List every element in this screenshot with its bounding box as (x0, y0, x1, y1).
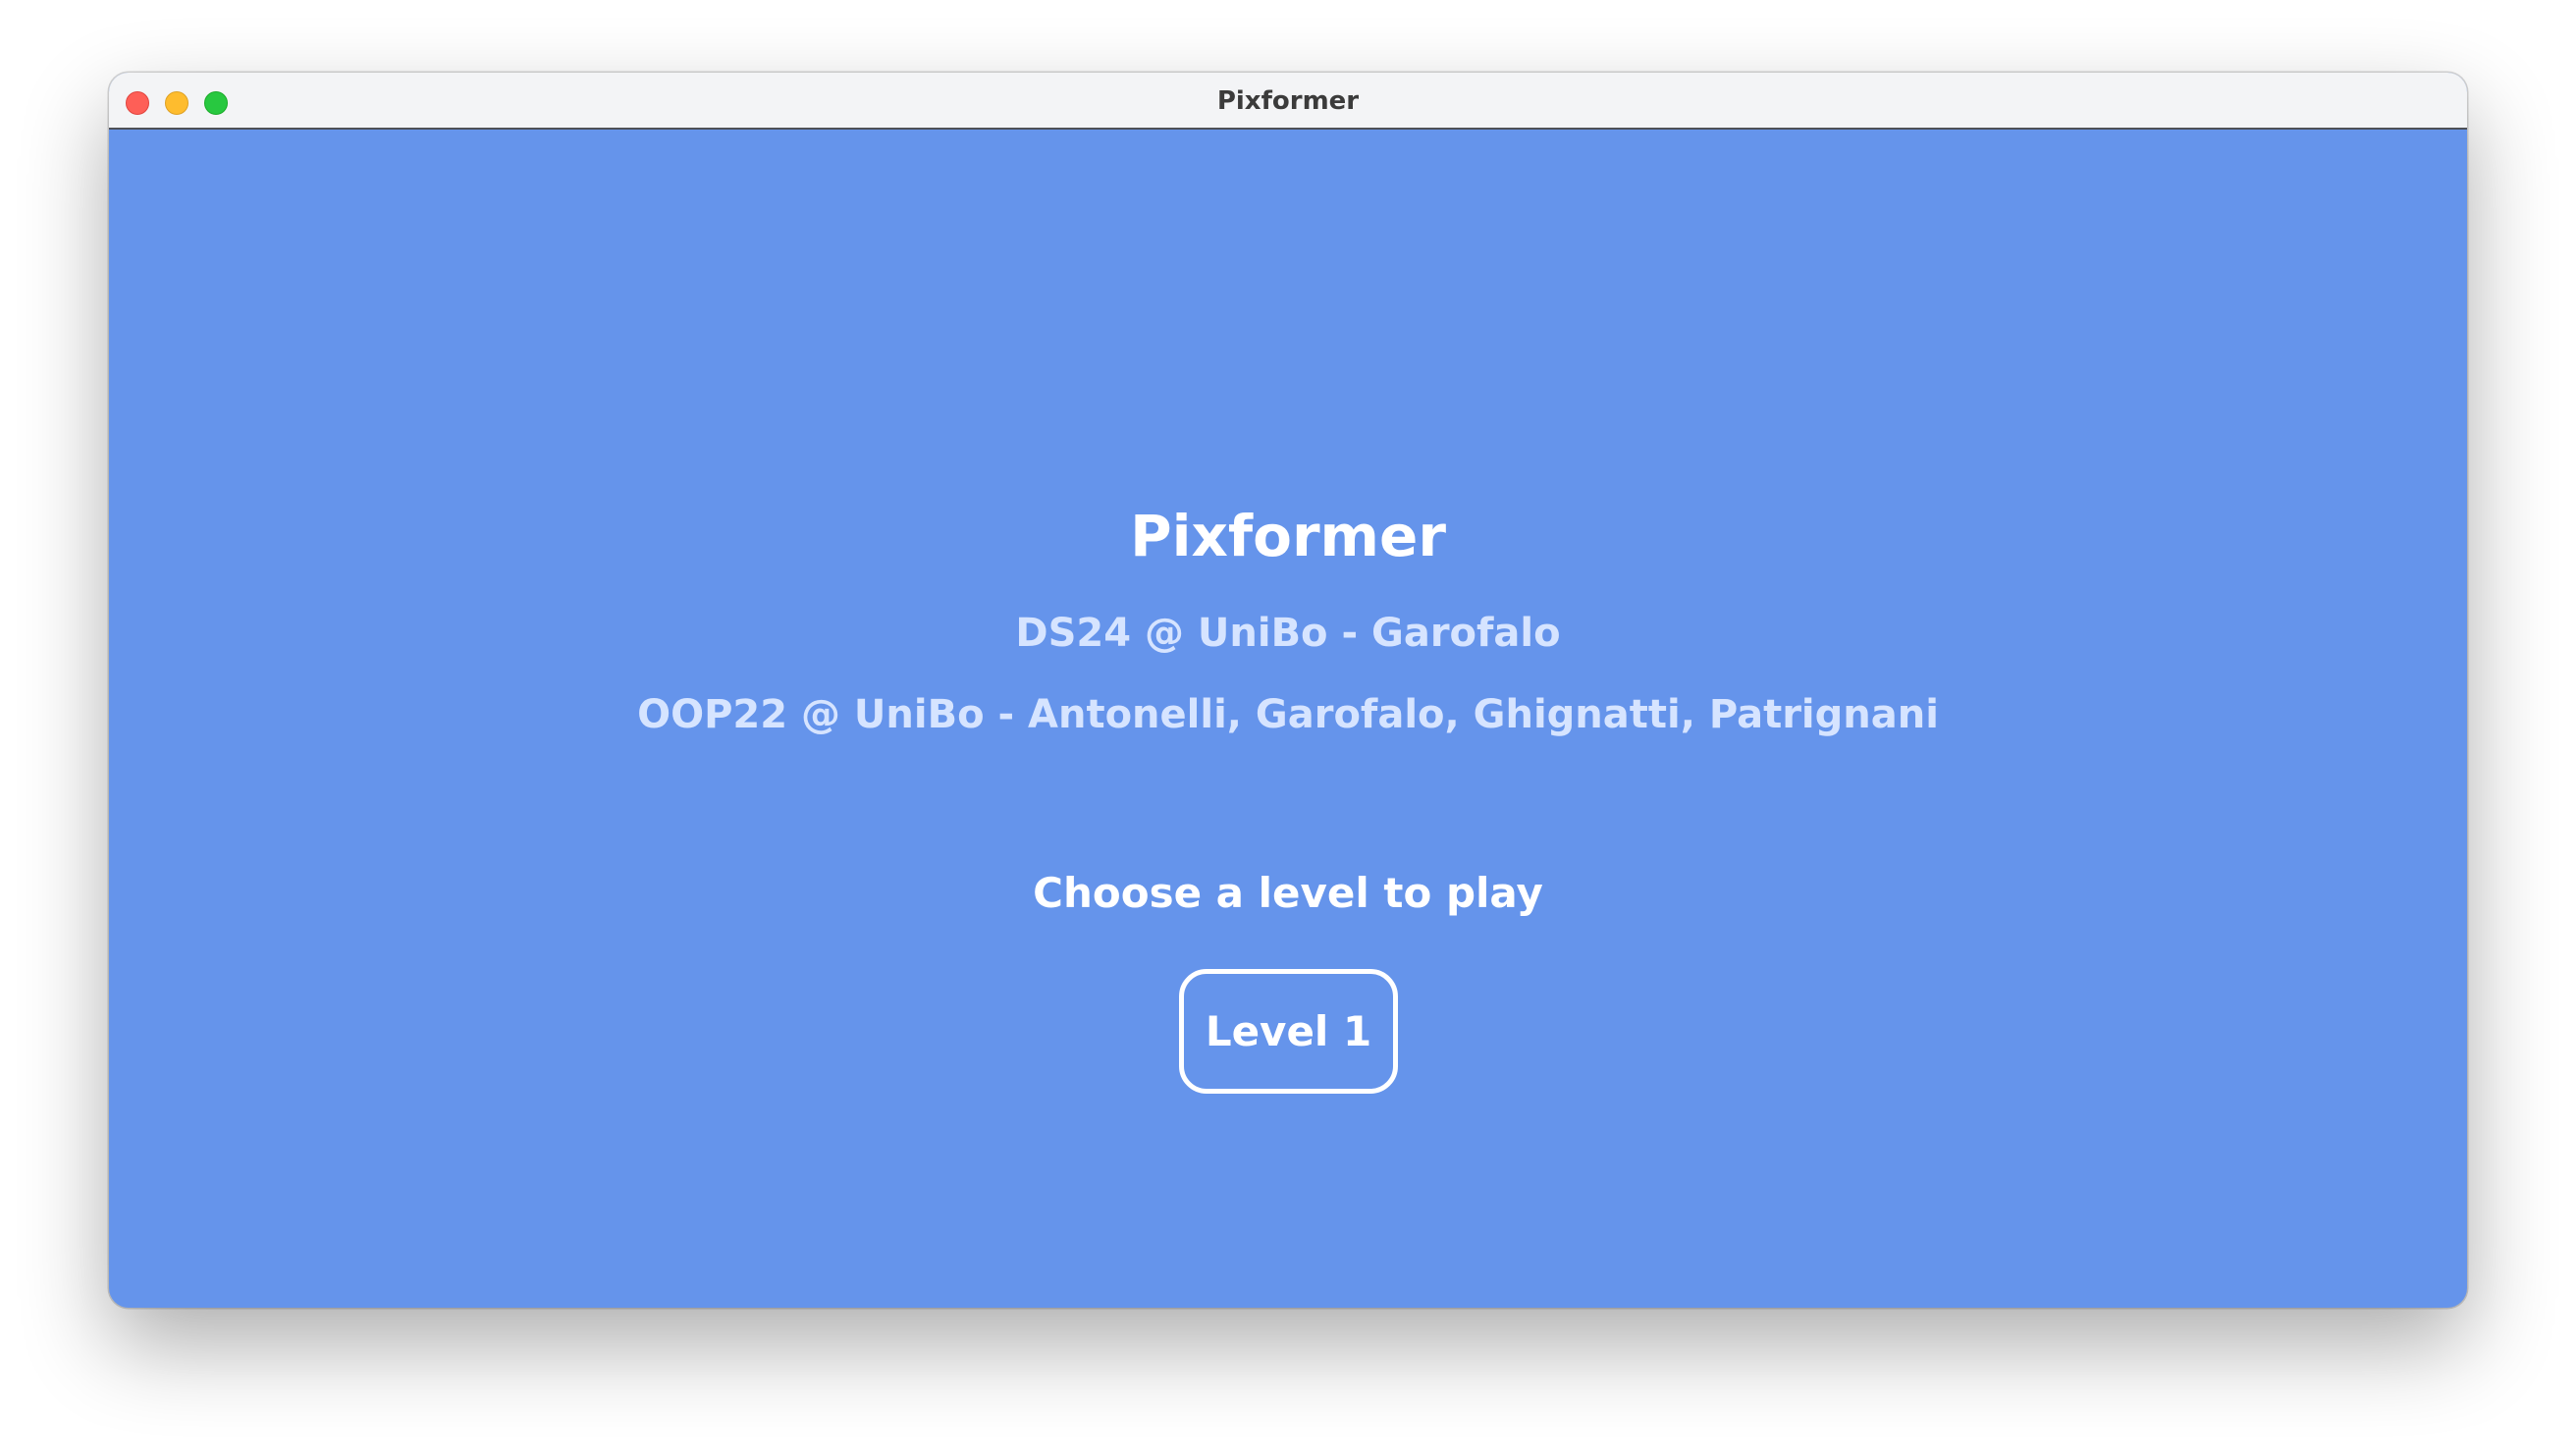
credit-ds24: DS24 @ UniBo - Garofalo (1015, 611, 1561, 656)
game-title: Pixformer (1130, 503, 1446, 569)
level-select-prompt: Choose a level to play (1033, 869, 1543, 917)
window-title: Pixformer (1216, 86, 1360, 116)
title-bar[interactable]: Pixformer (109, 73, 2467, 130)
credit-oop22: OOP22 @ UniBo - Antonelli, Garofalo, Ghi… (637, 692, 1939, 737)
main-menu: Pixformer DS24 @ UniBo - Garofalo OOP22 … (109, 130, 2467, 1308)
level-1-button[interactable]: Level 1 (1179, 969, 1398, 1094)
app-window: Pixformer Pixformer DS24 @ UniBo - Garof… (109, 73, 2467, 1308)
